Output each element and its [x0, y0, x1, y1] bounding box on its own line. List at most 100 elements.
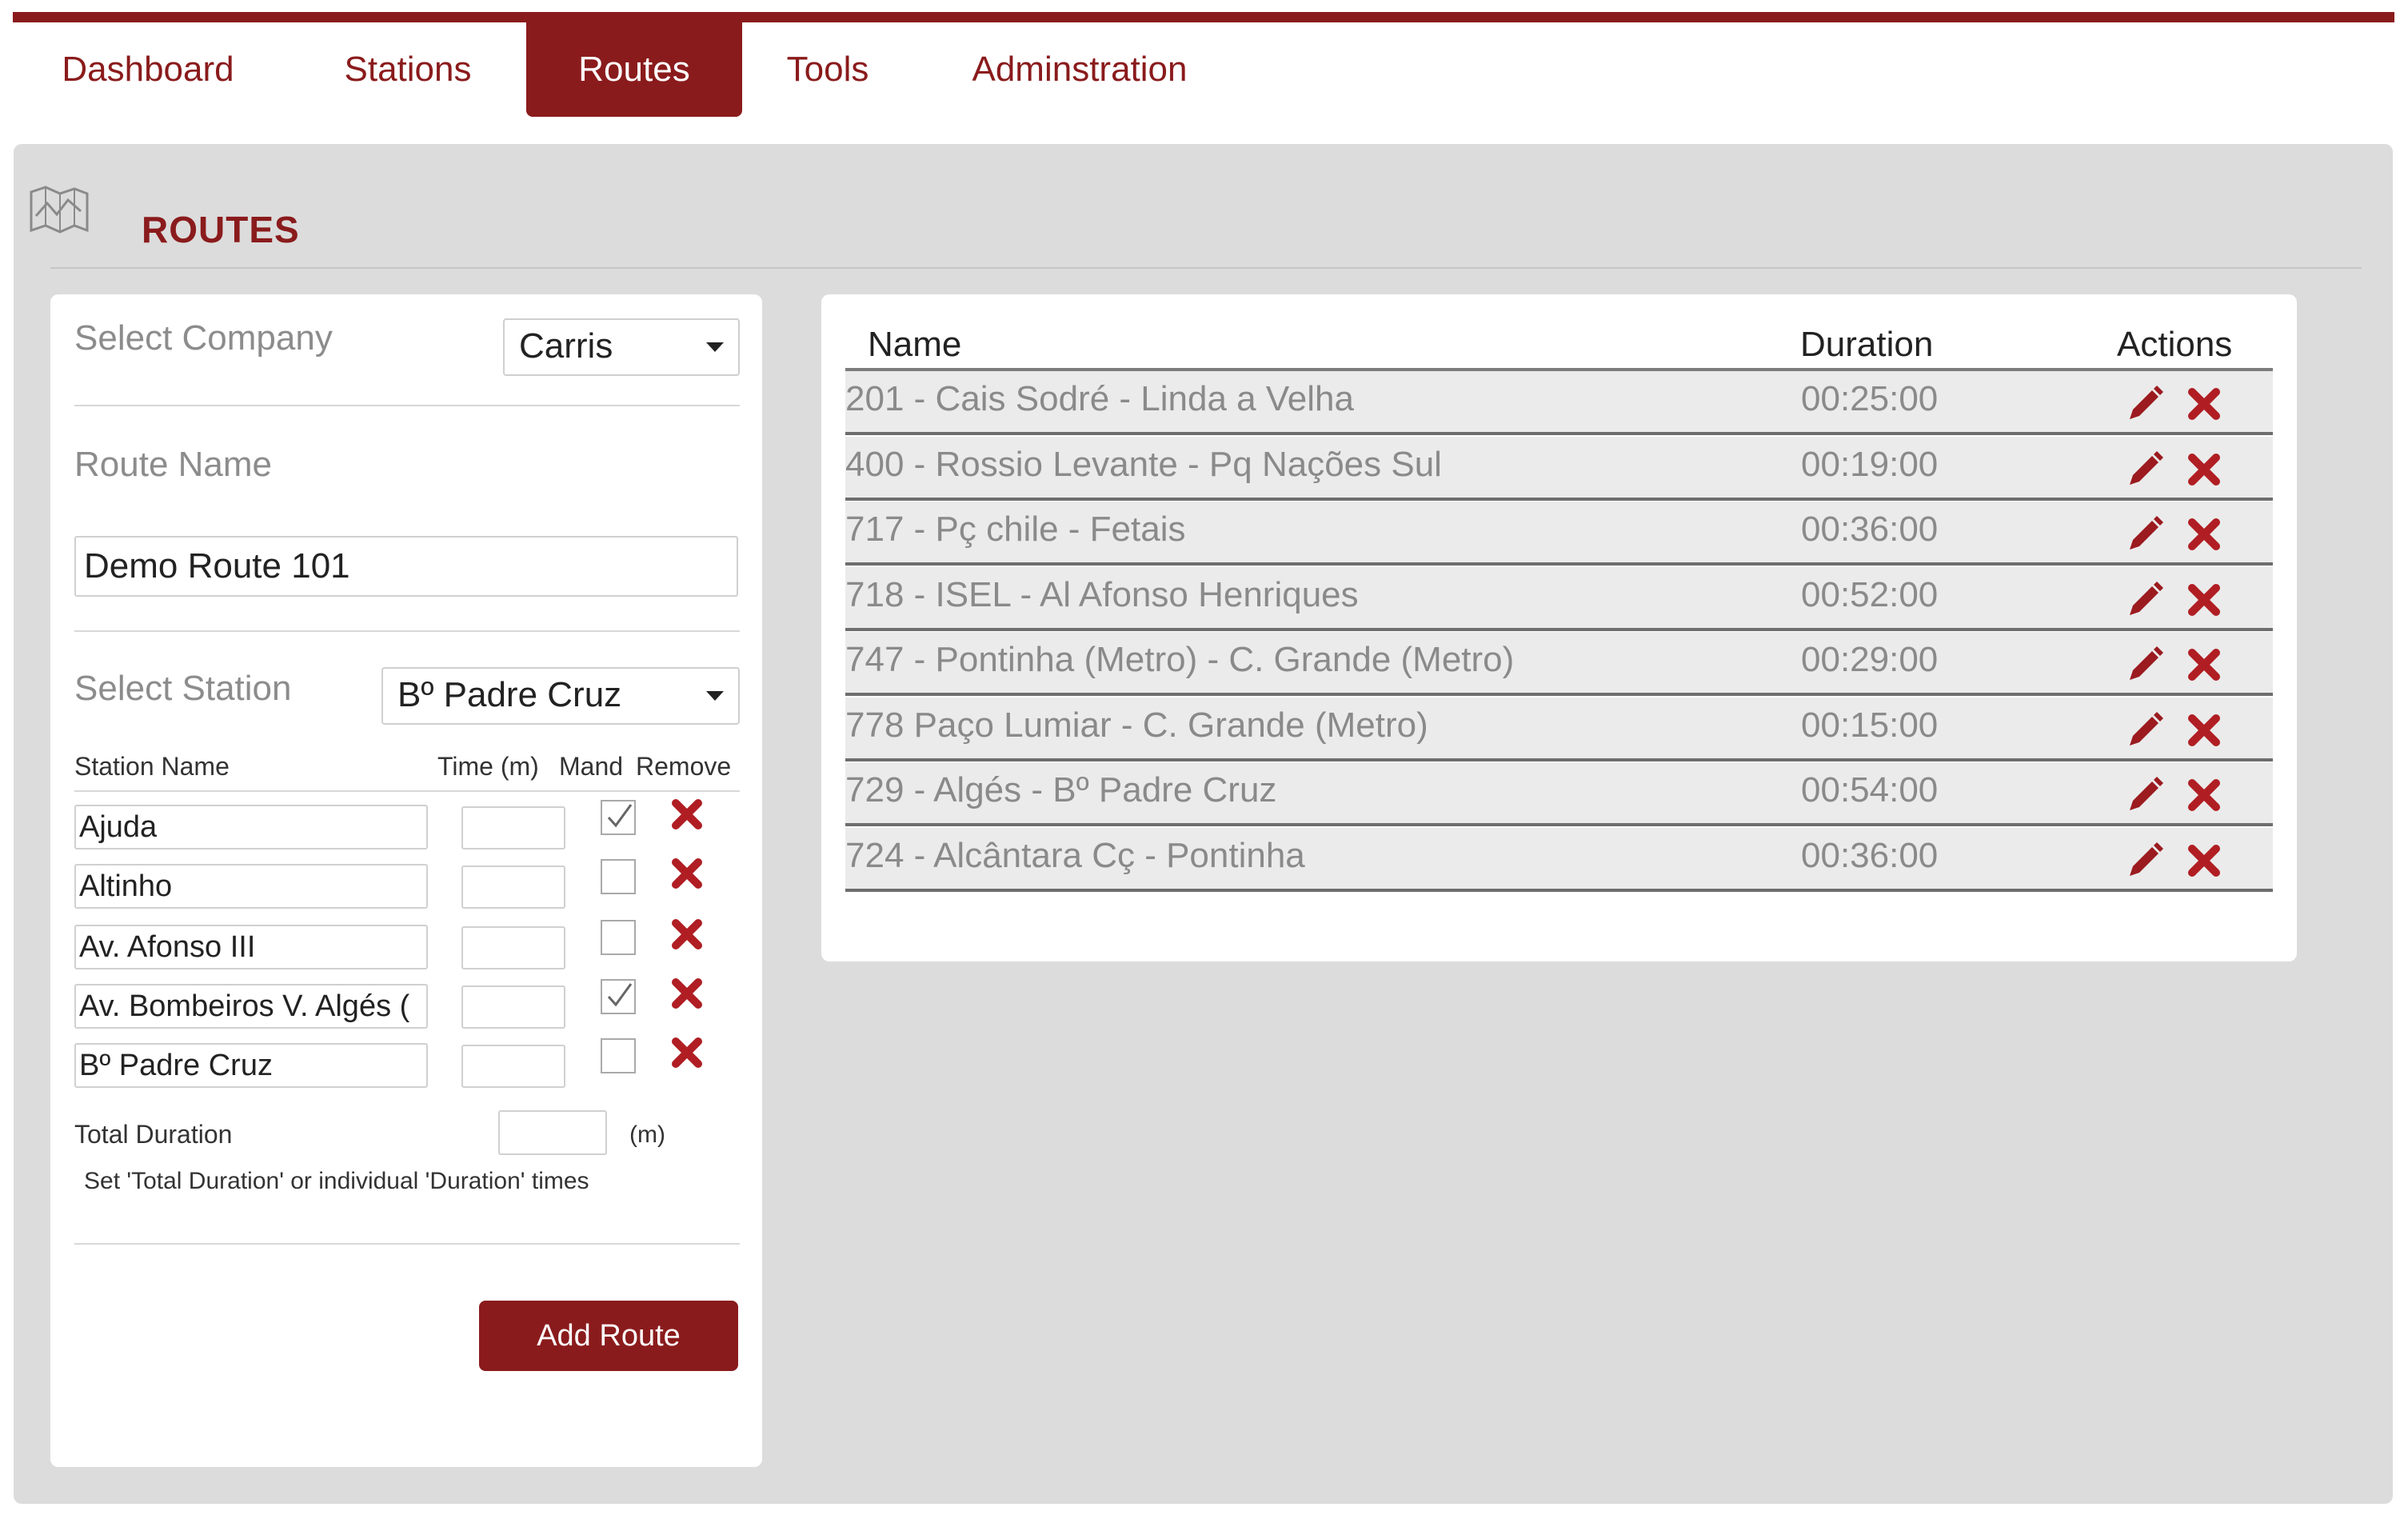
nav-stations[interactable]: Stations [308, 22, 508, 117]
pencil-icon[interactable] [2125, 775, 2165, 815]
nav-dashboard[interactable]: Dashboard [32, 22, 264, 117]
route-name: 201 - Cais Sodré - Linda a Velha [845, 379, 1354, 418]
delete-icon[interactable] [2186, 516, 2222, 553]
remove-icon[interactable] [669, 856, 705, 891]
map-icon [30, 186, 89, 234]
station-label: Select Station [74, 669, 292, 708]
table-row: 201 - Cais Sodré - Linda a Velha 00:25:00 [845, 371, 2273, 435]
pencil-icon[interactable] [2125, 384, 2165, 424]
delete-icon[interactable] [2186, 582, 2222, 618]
routes-panel: ROUTES Select Company Carris Route Name … [14, 144, 2393, 1504]
pencil-icon[interactable] [2125, 450, 2165, 490]
station-name-field[interactable] [74, 925, 428, 969]
table-row: 724 - Alcântara Cç - Pontinha 00:36:00 [845, 827, 2273, 892]
table-row: 747 - Pontinha (Metro) - C. Grande (Metr… [845, 632, 2273, 696]
station-time-field[interactable] [461, 1045, 565, 1088]
station-time-field[interactable] [461, 985, 565, 1029]
route-name: 778 Paço Lumiar - C. Grande (Metro) [845, 705, 1428, 745]
delete-icon[interactable] [2186, 777, 2222, 813]
title-divider [50, 267, 2362, 269]
station-select[interactable]: Bº Padre Cruz [381, 667, 740, 725]
delete-icon[interactable] [2186, 386, 2222, 422]
station-name-field[interactable] [74, 984, 428, 1029]
mandatory-checkbox[interactable] [601, 920, 636, 955]
checkmark-icon [607, 804, 633, 828]
delete-icon[interactable] [2186, 451, 2222, 488]
checkmark-icon [607, 983, 633, 1007]
nav-adminstration[interactable]: Adminstration [944, 22, 1216, 117]
route-name: 718 - ISEL - Al Afonso Henriques [845, 574, 1359, 614]
table-row: 718 - ISEL - Al Afonso Henriques 00:52:00 [845, 566, 2273, 631]
remove-icon[interactable] [669, 797, 705, 832]
header-duration: Duration [1800, 325, 1934, 364]
station-time-field[interactable] [461, 806, 565, 849]
route-name: 724 - Alcântara Cç - Pontinha [845, 835, 1305, 875]
remove-icon[interactable] [669, 1035, 705, 1070]
total-duration-unit: (m) [629, 1121, 665, 1148]
nav-tools[interactable]: Tools [760, 22, 896, 117]
route-name: 717 - Pç chile - Fetais [845, 510, 1186, 549]
mandatory-checkbox[interactable] [601, 1038, 636, 1073]
table-row: 400 - Rossio Levante - Pq Nações Sul 00:1… [845, 436, 2273, 501]
station-name-field[interactable] [74, 864, 428, 909]
routes-table-card: Name Duration Actions 201 - Cais Sodré -… [821, 294, 2297, 961]
duration-hint: Set 'Total Duration' or individual 'Dura… [84, 1168, 589, 1194]
station-time-field[interactable] [461, 926, 565, 969]
pencil-icon[interactable] [2125, 514, 2165, 554]
delete-icon[interactable] [2186, 646, 2222, 683]
header-name: Name [868, 325, 962, 364]
route-name-input[interactable] [74, 536, 738, 597]
remove-icon[interactable] [669, 917, 705, 952]
route-name: 729 - Algés - Bº Padre Cruz [845, 770, 1277, 809]
route-duration: 00:19:00 [1801, 444, 1939, 484]
pencil-icon[interactable] [2125, 580, 2165, 620]
station-name-field[interactable] [74, 1043, 428, 1088]
chevron-down-icon [706, 342, 724, 352]
pencil-icon[interactable] [2125, 645, 2165, 685]
pencil-icon[interactable] [2125, 710, 2165, 750]
total-duration-label: Total Duration [74, 1120, 233, 1149]
delete-icon[interactable] [2186, 712, 2222, 749]
station-select-value: Bº Padre Cruz [397, 675, 622, 714]
table-row: 729 - Algés - Bº Padre Cruz 00:54:00 [845, 762, 2273, 826]
col-mand: Mand [559, 752, 624, 781]
nav-routes[interactable]: Routes [526, 22, 742, 117]
remove-icon[interactable] [669, 976, 705, 1011]
divider [74, 1243, 740, 1245]
table-row: 778 Paço Lumiar - C. Grande (Metro) 00:15… [845, 697, 2273, 761]
route-form-card: Select Company Carris Route Name Select … [50, 294, 762, 1467]
route-duration: 00:15:00 [1801, 705, 1939, 745]
mandatory-checkbox[interactable] [601, 800, 636, 835]
add-route-button[interactable]: Add Route [479, 1301, 738, 1371]
company-select-value: Carris [519, 326, 613, 366]
delete-icon[interactable] [2186, 842, 2222, 879]
route-duration: 00:54:00 [1801, 770, 1939, 809]
divider [74, 630, 740, 632]
station-time-field[interactable] [461, 865, 565, 909]
route-name-label: Route Name [74, 445, 273, 484]
col-remove: Remove [636, 752, 732, 781]
route-duration: 00:52:00 [1801, 574, 1939, 614]
company-label: Select Company [74, 318, 333, 358]
mandatory-checkbox[interactable] [601, 979, 636, 1014]
route-duration: 00:36:00 [1801, 510, 1939, 549]
total-duration-input[interactable] [498, 1110, 607, 1155]
col-station-name: Station Name [74, 752, 230, 781]
route-name: 747 - Pontinha (Metro) - C. Grande (Metr… [845, 640, 1515, 679]
station-name-field[interactable] [74, 805, 428, 849]
header-actions: Actions [2117, 325, 2233, 364]
pencil-icon[interactable] [2125, 841, 2165, 881]
top-nav: Dashboard Stations Routes Tools Adminstr… [0, 0, 2408, 120]
chevron-down-icon [706, 691, 724, 701]
col-time: Time (m) [437, 752, 539, 781]
route-name: 400 - Rossio Levante - Pq Nações Sul [845, 444, 1442, 484]
divider [74, 790, 740, 792]
route-duration: 00:25:00 [1801, 379, 1939, 418]
company-select[interactable]: Carris [503, 318, 740, 376]
page-title: ROUTES [142, 209, 300, 250]
mandatory-checkbox[interactable] [601, 859, 636, 894]
divider [74, 405, 740, 406]
table-row: 717 - Pç chile - Fetais 00:36:00 [845, 502, 2273, 566]
route-duration: 00:36:00 [1801, 835, 1939, 875]
route-duration: 00:29:00 [1801, 640, 1939, 679]
